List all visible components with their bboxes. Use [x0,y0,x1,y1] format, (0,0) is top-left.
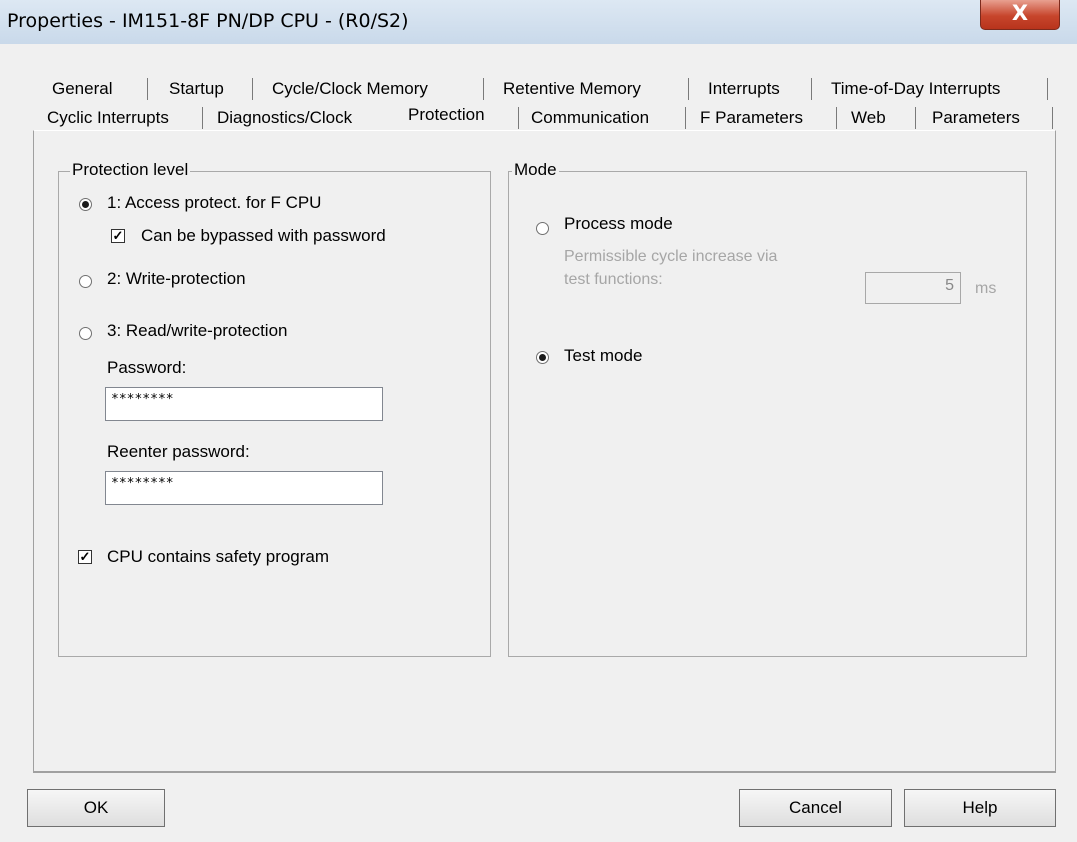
process-mode-radio[interactable] [536,222,549,235]
protection-option2-label[interactable]: 2: Write-protection [107,269,246,289]
protection-level-legend: Protection level [70,160,191,180]
password-field[interactable]: ******** [105,387,383,421]
tab-general[interactable]: General [52,76,112,102]
ok-button[interactable]: OK [27,789,165,827]
tab-separator [685,107,686,129]
tab-protection[interactable]: Protection [402,102,491,128]
mode-group [508,171,1027,657]
tab-separator [1047,78,1048,100]
tab-f-parameters[interactable]: F Parameters [700,105,803,131]
protection-option2-radio[interactable] [79,275,92,288]
protection-option1-label[interactable]: 1: Access protect. for F CPU [107,193,321,213]
tab-separator [252,78,253,100]
close-button[interactable]: X [980,0,1060,30]
cycle-unit-label: ms [975,280,997,297]
bypass-label[interactable]: Can be bypassed with password [141,226,386,246]
cycle-increase-label: Permissible cycle increase via [564,248,778,265]
tab-separator [836,107,837,129]
help-button[interactable]: Help [904,789,1056,827]
tab-startup[interactable]: Startup [169,76,224,102]
bypass-checkbox[interactable]: ✓ [111,229,125,243]
cycle-increase-input[interactable]: 5 [865,272,961,304]
tab-cycle-clock-memory[interactable]: Cycle/Clock Memory [272,76,428,102]
safety-program-label[interactable]: CPU contains safety program [107,547,329,567]
cancel-button[interactable]: Cancel [739,789,892,827]
tab-separator [202,107,203,129]
close-icon: X [1011,1,1029,25]
tab-cyclic-interrupts[interactable]: Cyclic Interrupts [47,105,169,131]
password-label: Password: [107,358,187,377]
tab-separator [147,78,148,100]
tab-separator [1052,107,1053,129]
mode-legend: Mode [512,160,559,180]
title-bar: Properties - IM151-8F PN/DP CPU - (R0/S2… [0,0,1077,45]
tab-separator [688,78,689,100]
protection-option3-label[interactable]: 3: Read/write-protection [107,321,287,341]
reenter-password-label: Reenter password: [107,442,250,461]
cycle-increase-label-2: test functions: [564,271,663,288]
tab-parameters[interactable]: Parameters [932,105,1020,131]
test-mode-radio[interactable] [536,351,549,364]
tab-time-of-day-interrupts[interactable]: Time-of-Day Interrupts [831,76,1000,102]
tab-interrupts[interactable]: Interrupts [708,76,780,102]
tab-separator [518,107,519,129]
process-mode-label[interactable]: Process mode [564,214,673,234]
tab-diagnostics-clock[interactable]: Diagnostics/Clock [217,105,352,131]
tab-retentive-memory[interactable]: Retentive Memory [503,76,641,102]
test-mode-label[interactable]: Test mode [564,346,642,366]
divider [33,772,1056,773]
window-title: Properties - IM151-8F PN/DP CPU - (R0/S2… [7,10,409,32]
tab-web[interactable]: Web [851,105,886,131]
tab-separator [483,78,484,100]
tab-communication[interactable]: Communication [531,105,649,131]
reenter-password-field[interactable]: ******** [105,471,383,505]
protection-option1-radio[interactable] [79,198,92,211]
protection-option3-radio[interactable] [79,327,92,340]
tab-separator [915,107,916,129]
tab-separator [811,78,812,100]
safety-program-checkbox[interactable]: ✓ [78,550,92,564]
